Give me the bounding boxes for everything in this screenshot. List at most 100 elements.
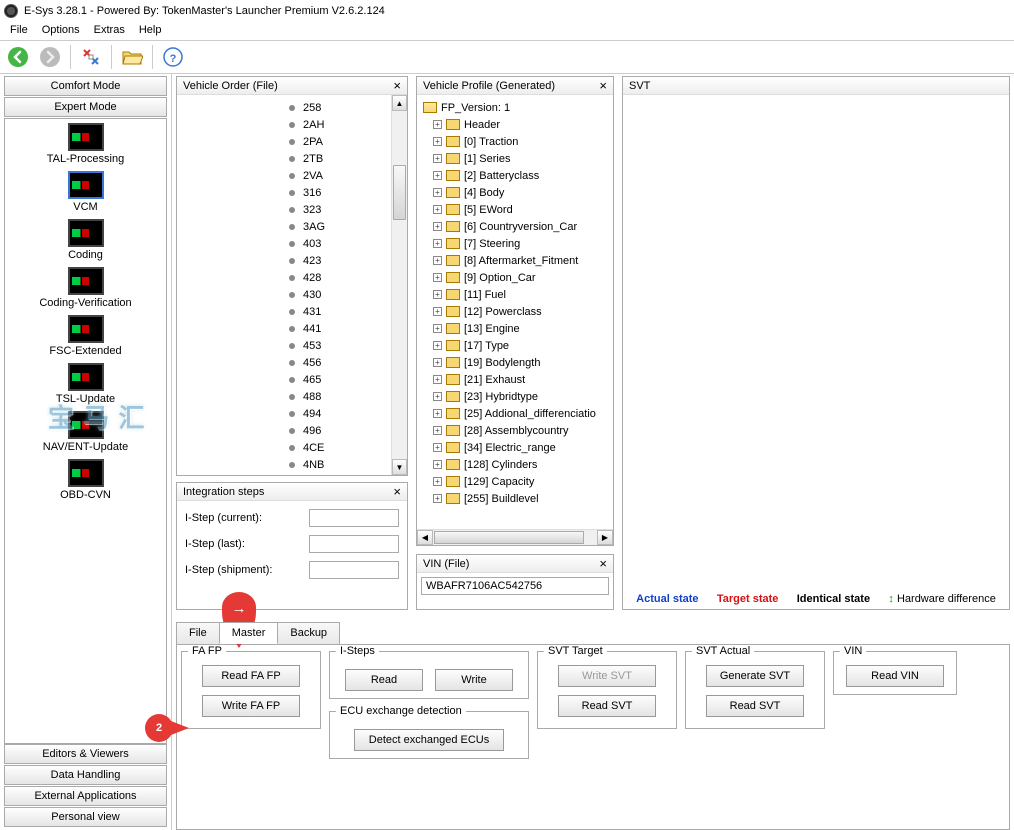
connect-button[interactable] bbox=[77, 43, 105, 71]
help-button[interactable]: ? bbox=[159, 43, 187, 71]
vin-title: VIN (File) bbox=[423, 558, 469, 570]
vp-item[interactable]: +Header bbox=[419, 116, 611, 133]
vo-scrollbar[interactable]: ▲ ▼ bbox=[391, 95, 407, 475]
vo-item[interactable]: 4CE bbox=[179, 439, 405, 456]
vo-item[interactable]: 456 bbox=[179, 354, 405, 371]
vp-scrollbar[interactable]: ◀ ▶ bbox=[417, 529, 613, 545]
vp-item[interactable]: +[25] Addional_differenciatio bbox=[419, 405, 611, 422]
sidebar-item-6[interactable]: NAV/ENT-Update bbox=[7, 411, 164, 453]
sidebar-item-0[interactable]: TAL-Processing bbox=[7, 123, 164, 165]
isteps-read-button[interactable]: Read bbox=[345, 669, 423, 691]
vo-item[interactable]: 3AG bbox=[179, 218, 405, 235]
vp-item[interactable]: +[128] Cylinders bbox=[419, 456, 611, 473]
vp-item[interactable]: +[5] EWord bbox=[419, 201, 611, 218]
istep-input-0[interactable] bbox=[309, 509, 399, 527]
svt-legend: Actual state Target state Identical stat… bbox=[623, 95, 1009, 609]
vp-item[interactable]: +[17] Type bbox=[419, 337, 611, 354]
vo-item[interactable]: 453 bbox=[179, 337, 405, 354]
nav-button-personal[interactable]: Personal view bbox=[4, 807, 167, 827]
vp-item[interactable]: +[129] Capacity bbox=[419, 473, 611, 490]
vo-item[interactable]: 428 bbox=[179, 269, 405, 286]
read-svt-target-button[interactable]: Read SVT bbox=[558, 695, 656, 717]
vehicle-order-tree[interactable]: 2582AH2PA2TB2VA3163233AG4034234284304314… bbox=[177, 95, 407, 475]
vp-root[interactable]: FP_Version: 1 bbox=[419, 99, 611, 116]
open-folder-button[interactable] bbox=[118, 43, 146, 71]
vp-item[interactable]: +[19] Bodylength bbox=[419, 354, 611, 371]
read-svt-actual-button[interactable]: Read SVT bbox=[706, 695, 804, 717]
vp-item[interactable]: +[7] Steering bbox=[419, 235, 611, 252]
vo-item[interactable]: 2AH bbox=[179, 116, 405, 133]
tab-master[interactable]: Master bbox=[219, 622, 279, 644]
vp-item[interactable]: +[21] Exhaust bbox=[419, 371, 611, 388]
vin-input[interactable] bbox=[421, 577, 609, 595]
nav-button-data[interactable]: Data Handling bbox=[4, 765, 167, 785]
tab-file[interactable]: File bbox=[176, 622, 220, 644]
read-fa-fp-button[interactable]: Read FA FP bbox=[202, 665, 300, 687]
vo-item[interactable]: 403 bbox=[179, 235, 405, 252]
menu-extras[interactable]: Extras bbox=[88, 22, 131, 40]
vo-item[interactable]: 423 bbox=[179, 252, 405, 269]
menu-file[interactable]: File bbox=[4, 22, 34, 40]
back-button[interactable] bbox=[4, 43, 32, 71]
generate-svt-button[interactable]: Generate SVT bbox=[706, 665, 804, 687]
vo-item[interactable]: 431 bbox=[179, 303, 405, 320]
ecu-exchange-group: ECU exchange detection Detect exchanged … bbox=[329, 705, 529, 759]
vo-item[interactable]: 4NB bbox=[179, 456, 405, 473]
sidebar-item-1[interactable]: VCM bbox=[7, 171, 164, 213]
nav-button-editors[interactable]: Editors & Viewers bbox=[4, 744, 167, 764]
vp-item[interactable]: +[28] Assemblycountry bbox=[419, 422, 611, 439]
sidebar-item-5[interactable]: TSL-Update bbox=[7, 363, 164, 405]
istep-input-1[interactable] bbox=[309, 535, 399, 553]
vp-item[interactable]: +[0] Traction bbox=[419, 133, 611, 150]
vo-item[interactable]: 496 bbox=[179, 422, 405, 439]
vp-item[interactable]: +[2] Batteryclass bbox=[419, 167, 611, 184]
svt-actual-group: SVT Actual Generate SVT Read SVT bbox=[685, 645, 825, 729]
vp-item[interactable]: +[12] Powerclass bbox=[419, 303, 611, 320]
vo-item[interactable]: 494 bbox=[179, 405, 405, 422]
isteps-write-button[interactable]: Write bbox=[435, 669, 513, 691]
vo-item[interactable]: 323 bbox=[179, 201, 405, 218]
vp-item[interactable]: +[34] Electric_range bbox=[419, 439, 611, 456]
sidebar-item-7[interactable]: OBD-CVN bbox=[7, 459, 164, 501]
vp-item[interactable]: +[9] Option_Car bbox=[419, 269, 611, 286]
vo-item[interactable]: 2TB bbox=[179, 150, 405, 167]
vo-item[interactable]: 465 bbox=[179, 371, 405, 388]
sidebar-item-2[interactable]: Coding bbox=[7, 219, 164, 261]
vp-item[interactable]: +[8] Aftermarket_Fitment bbox=[419, 252, 611, 269]
vehicle-profile-title: Vehicle Profile (Generated) bbox=[423, 80, 555, 92]
menu-options[interactable]: Options bbox=[36, 22, 86, 40]
vp-item[interactable]: +[23] Hybridtype bbox=[419, 388, 611, 405]
mode-button-expert[interactable]: Expert Mode bbox=[4, 97, 167, 117]
vo-item[interactable]: 441 bbox=[179, 320, 405, 337]
mode-button-comfort[interactable]: Comfort Mode bbox=[4, 76, 167, 96]
tab-backup[interactable]: Backup bbox=[277, 622, 340, 644]
write-fa-fp-button[interactable]: Write FA FP bbox=[202, 695, 300, 717]
vo-item[interactable]: 316 bbox=[179, 184, 405, 201]
detect-ecus-button[interactable]: Detect exchanged ECUs bbox=[354, 729, 504, 751]
vo-item[interactable]: 430 bbox=[179, 286, 405, 303]
close-icon[interactable]: × bbox=[393, 484, 401, 499]
vo-item[interactable]: 2PA bbox=[179, 133, 405, 150]
vehicle-profile-tree[interactable]: FP_Version: 1+Header+[0] Traction+[1] Se… bbox=[417, 95, 613, 511]
sidebar-item-3[interactable]: Coding-Verification bbox=[7, 267, 164, 309]
vp-item[interactable]: +[255] Buildlevel bbox=[419, 490, 611, 507]
close-icon[interactable]: × bbox=[393, 78, 401, 93]
vp-item[interactable]: +[4] Body bbox=[419, 184, 611, 201]
vp-item[interactable]: +[11] Fuel bbox=[419, 286, 611, 303]
istep-input-2[interactable] bbox=[309, 561, 399, 579]
vp-item[interactable]: +[1] Series bbox=[419, 150, 611, 167]
istep-label: I-Step (last): bbox=[185, 538, 245, 550]
read-vin-button[interactable]: Read VIN bbox=[846, 665, 944, 687]
menu-help[interactable]: Help bbox=[133, 22, 168, 40]
isteps-group: I-Steps Read Write bbox=[329, 645, 529, 699]
nav-button-external[interactable]: External Applications bbox=[4, 786, 167, 806]
vo-item[interactable]: 258 bbox=[179, 99, 405, 116]
close-icon[interactable]: × bbox=[599, 556, 607, 571]
vp-item[interactable]: +[13] Engine bbox=[419, 320, 611, 337]
vp-item[interactable]: +[6] Countryversion_Car bbox=[419, 218, 611, 235]
vo-item[interactable]: 2VA bbox=[179, 167, 405, 184]
close-icon[interactable]: × bbox=[599, 78, 607, 93]
vo-item[interactable]: 488 bbox=[179, 388, 405, 405]
write-svt-button[interactable]: Write SVT bbox=[558, 665, 656, 687]
sidebar-item-4[interactable]: FSC-Extended bbox=[7, 315, 164, 357]
